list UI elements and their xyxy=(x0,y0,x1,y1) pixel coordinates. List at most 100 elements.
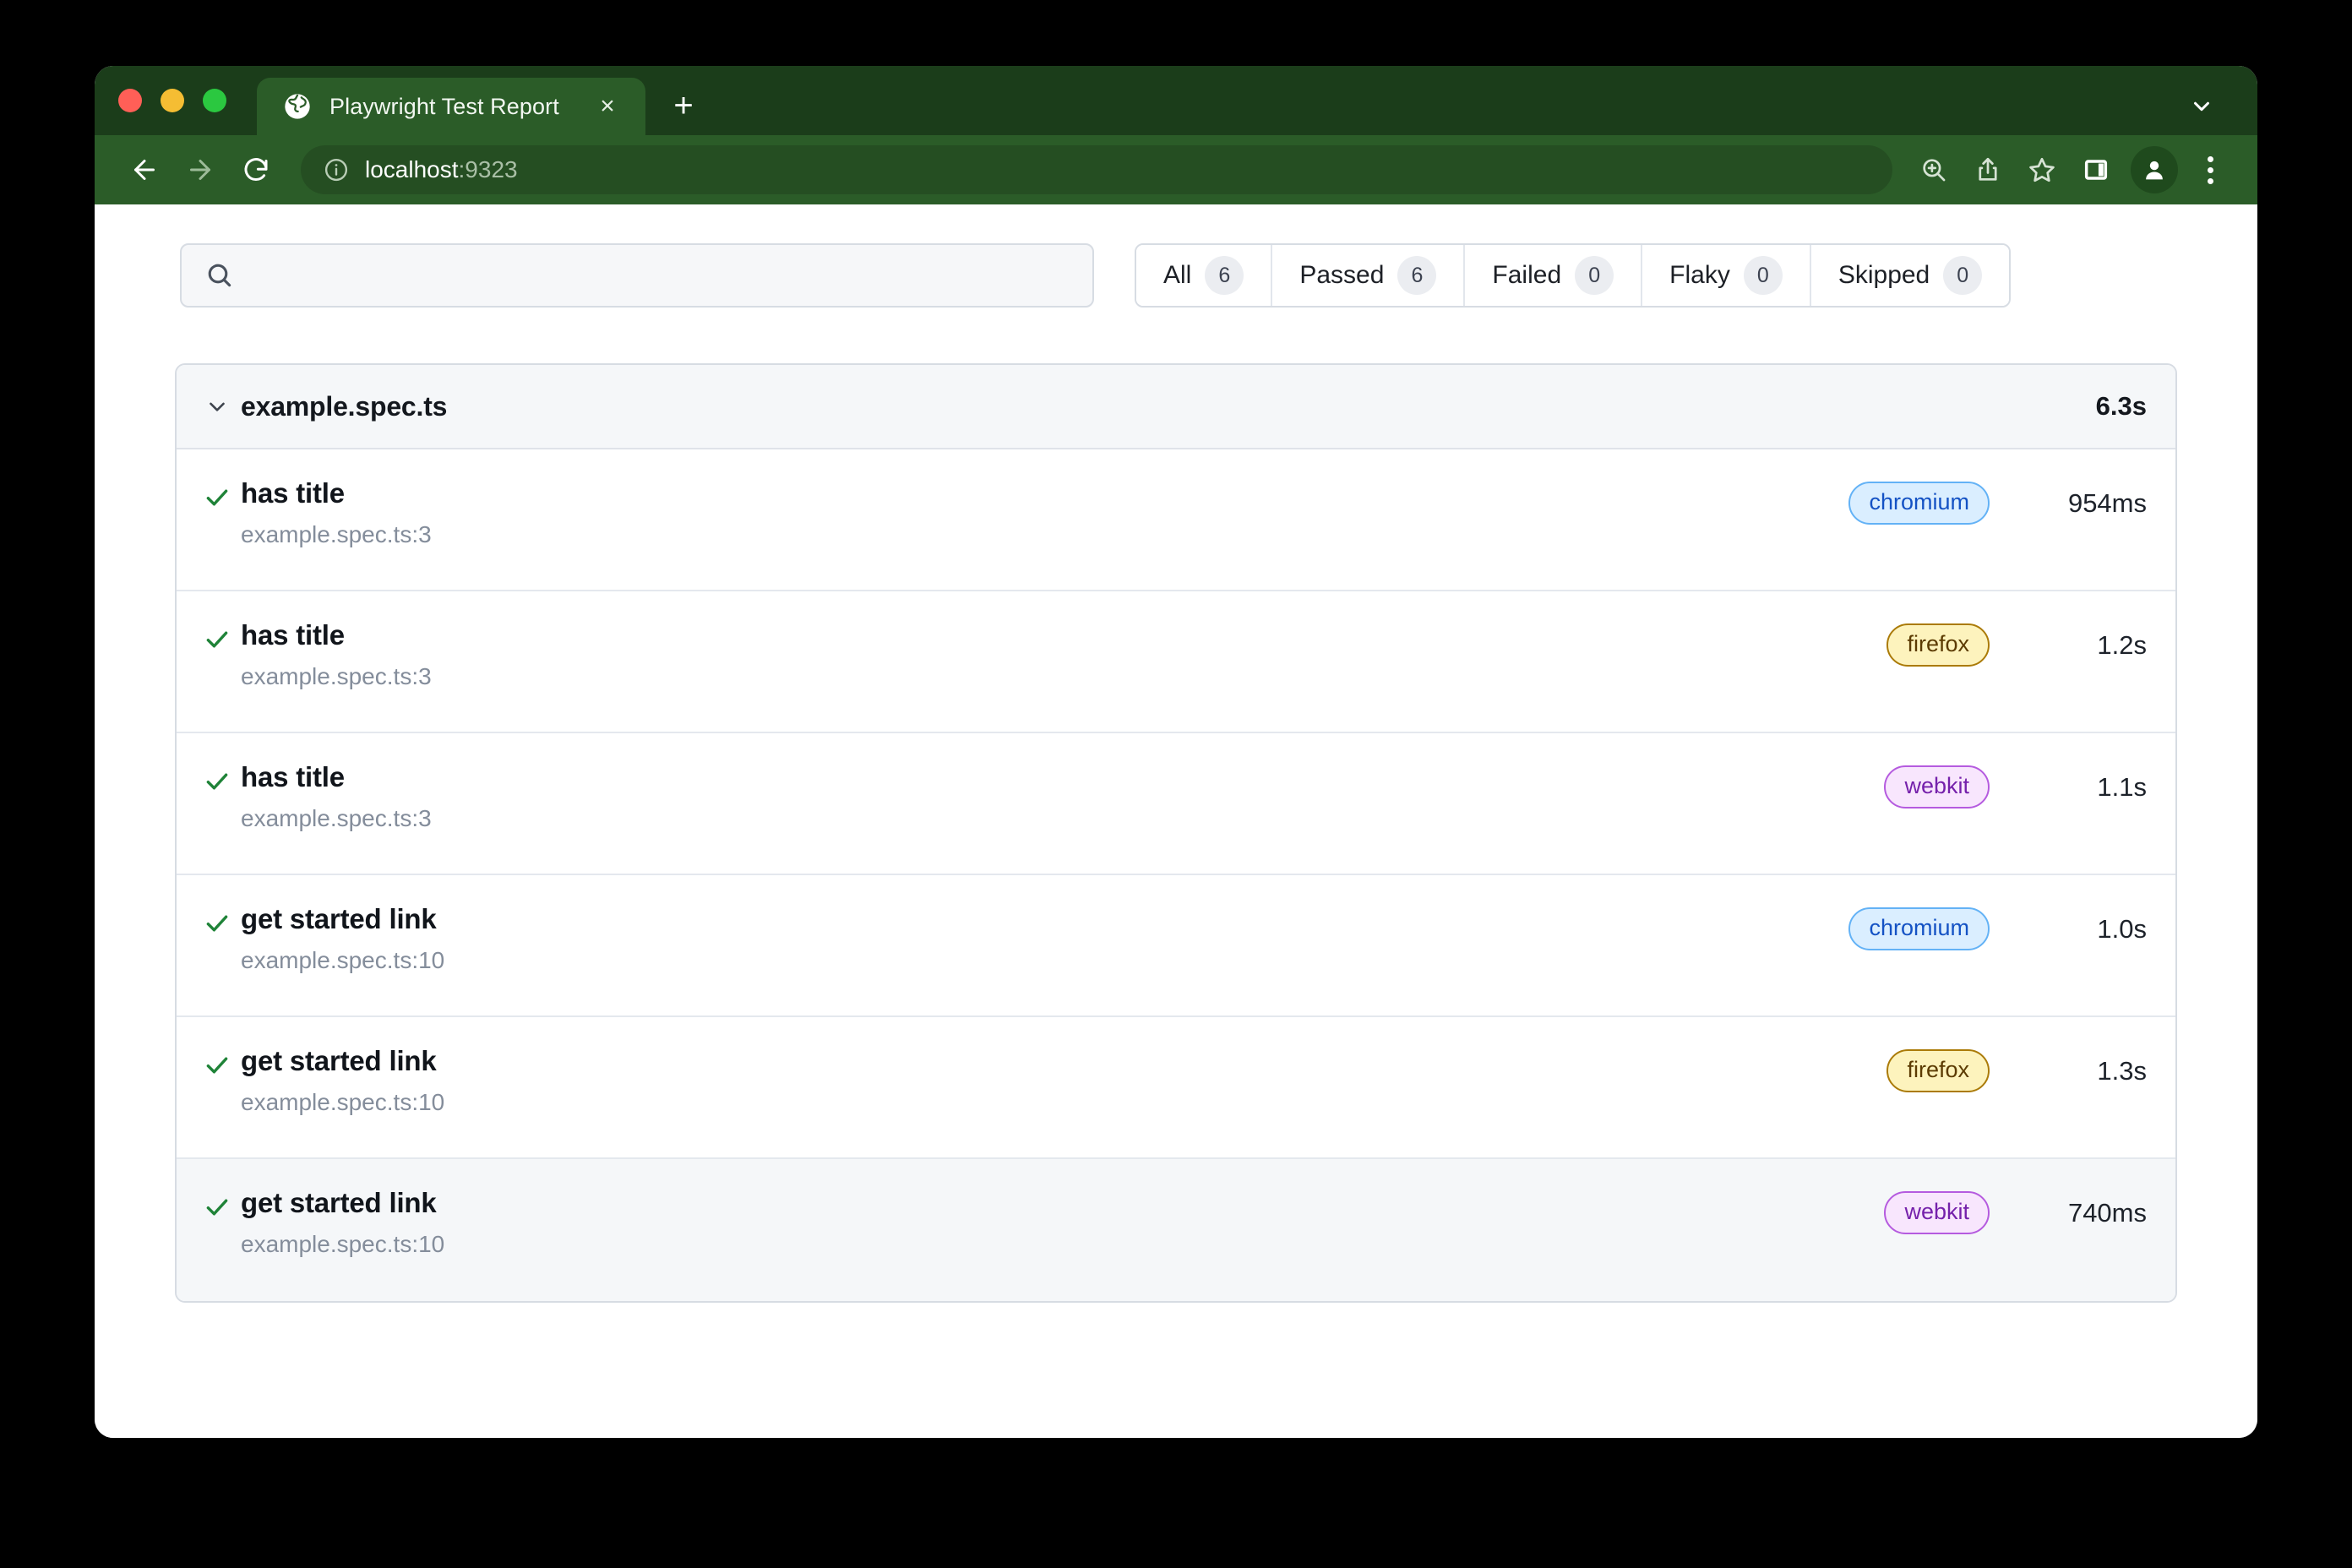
check-icon xyxy=(199,1046,236,1080)
tab-title: Playwright Test Report xyxy=(329,93,559,119)
filter-tab-passed[interactable]: Passed 6 xyxy=(1272,245,1466,306)
more-menu-icon[interactable] xyxy=(2188,145,2232,194)
check-icon xyxy=(199,762,236,796)
filter-count: 0 xyxy=(1575,256,1614,295)
tab-strip: Playwright Test Report × + xyxy=(95,66,2257,135)
test-meta: webkit 1.1s xyxy=(1884,762,2147,809)
test-meta: chromium 954ms xyxy=(1848,478,2147,525)
browser-badge: webkit xyxy=(1884,765,1990,809)
url-port: :9323 xyxy=(458,156,518,182)
test-meta: webkit 740ms xyxy=(1884,1188,2147,1235)
close-window-button[interactable] xyxy=(118,89,142,112)
test-duration: 1.1s xyxy=(2097,771,2147,802)
test-row[interactable]: has title example.spec.ts:3 firefox 1.2s xyxy=(177,591,2175,733)
filter-count: 0 xyxy=(1743,256,1783,295)
test-row[interactable]: get started link example.spec.ts:10 fire… xyxy=(177,1017,2175,1159)
test-location: example.spec.ts:3 xyxy=(241,805,432,832)
filter-label: Failed xyxy=(1492,261,1562,289)
test-file-card: example.spec.ts 6.3s has title example.s… xyxy=(175,363,2177,1303)
test-info: get started link example.spec.ts:10 xyxy=(241,1187,445,1258)
search-icon xyxy=(205,261,234,290)
check-icon xyxy=(199,904,236,938)
url-text: localhost:9323 xyxy=(365,156,518,183)
forward-button[interactable] xyxy=(174,144,226,196)
maximize-window-button[interactable] xyxy=(203,89,226,112)
test-duration: 740ms xyxy=(2067,1197,2147,1228)
browser-badge: webkit xyxy=(1884,1191,1990,1235)
test-info: get started link example.spec.ts:10 xyxy=(241,1045,445,1116)
profile-avatar-icon[interactable] xyxy=(2131,146,2178,193)
test-meta: firefox 1.3s xyxy=(1886,1046,2147,1093)
traffic-lights xyxy=(118,66,257,135)
test-location: example.spec.ts:10 xyxy=(241,947,445,974)
side-panel-icon[interactable] xyxy=(2072,145,2121,194)
search-input[interactable] xyxy=(251,262,1069,289)
browser-badge: chromium xyxy=(1848,482,1990,525)
url-host: localhost xyxy=(365,156,459,182)
test-row[interactable]: get started link example.spec.ts:10 webk… xyxy=(177,1159,2175,1301)
filter-count: 0 xyxy=(1943,256,1983,295)
test-row[interactable]: has title example.spec.ts:3 chromium 954… xyxy=(177,449,2175,591)
filter-label: Skipped xyxy=(1838,261,1930,289)
test-info: has title example.spec.ts:3 xyxy=(241,619,432,690)
test-row[interactable]: has title example.spec.ts:3 webkit 1.1s xyxy=(177,733,2175,875)
test-duration: 1.3s xyxy=(2097,1055,2147,1086)
globe-icon xyxy=(282,91,313,122)
test-title: has title xyxy=(241,477,345,509)
chevron-down-icon[interactable] xyxy=(2183,88,2220,125)
test-meta: chromium 1.0s xyxy=(1848,904,2147,951)
browser-badge: firefox xyxy=(1886,623,1990,667)
reload-button[interactable] xyxy=(230,144,282,196)
check-icon xyxy=(199,478,236,512)
test-location: example.spec.ts:3 xyxy=(241,521,432,548)
share-icon[interactable] xyxy=(1963,145,2012,194)
browser-toolbar: localhost:9323 xyxy=(95,135,2257,204)
filter-tab-failed[interactable]: Failed 0 xyxy=(1465,245,1643,306)
test-location: example.spec.ts:10 xyxy=(241,1089,445,1116)
filter-tab-flaky[interactable]: Flaky 0 xyxy=(1642,245,1811,306)
zoom-in-icon[interactable] xyxy=(1909,145,1958,194)
test-file-name: example.spec.ts xyxy=(241,390,448,422)
chevron-down-icon[interactable] xyxy=(199,394,236,419)
test-location: example.spec.ts:10 xyxy=(241,1231,445,1258)
back-button[interactable] xyxy=(118,144,171,196)
test-info: has title example.spec.ts:3 xyxy=(241,761,432,832)
test-title: has title xyxy=(241,761,345,792)
browser-tab[interactable]: Playwright Test Report × xyxy=(257,78,645,135)
check-icon xyxy=(199,620,236,654)
filter-tab-skipped[interactable]: Skipped 0 xyxy=(1810,245,2010,306)
filter-count: 6 xyxy=(1397,256,1437,295)
filter-count: 6 xyxy=(1205,256,1244,295)
test-title: get started link xyxy=(241,903,437,934)
browser-window: Playwright Test Report × + localhost:932… xyxy=(95,66,2257,1438)
filter-tab-all[interactable]: All 6 xyxy=(1136,245,1273,306)
minimize-window-button[interactable] xyxy=(161,89,184,112)
address-bar[interactable]: localhost:9323 xyxy=(301,145,1892,194)
report-header: All 6 Passed 6 Failed 0 Flaky 0 Skipped … xyxy=(175,243,2177,308)
test-meta: firefox 1.2s xyxy=(1886,620,2147,667)
close-tab-button[interactable]: × xyxy=(590,89,625,124)
test-file-header[interactable]: example.spec.ts 6.3s xyxy=(177,365,2175,449)
filter-label: Passed xyxy=(1299,261,1385,289)
test-duration: 954ms xyxy=(2067,487,2147,518)
browser-badge: chromium xyxy=(1848,907,1990,951)
test-title: has title xyxy=(241,619,345,651)
new-tab-button[interactable]: + xyxy=(657,79,710,132)
info-circle-icon[interactable] xyxy=(323,156,350,183)
test-info: has title example.spec.ts:3 xyxy=(241,477,432,548)
search-box[interactable] xyxy=(180,243,1094,308)
test-title: get started link xyxy=(241,1045,437,1076)
filter-label: Flaky xyxy=(1669,261,1730,289)
check-icon xyxy=(199,1188,236,1222)
test-info: get started link example.spec.ts:10 xyxy=(241,903,445,974)
test-location: example.spec.ts:3 xyxy=(241,663,432,690)
test-duration: 1.0s xyxy=(2097,913,2147,944)
test-list: has title example.spec.ts:3 chromium 954… xyxy=(177,449,2175,1301)
test-duration: 1.2s xyxy=(2097,629,2147,660)
bookmark-star-icon[interactable] xyxy=(2017,145,2066,194)
test-title: get started link xyxy=(241,1187,437,1218)
toolbar-icons xyxy=(1909,145,2232,194)
test-file-duration: 6.3s xyxy=(2095,391,2147,421)
test-row[interactable]: get started link example.spec.ts:10 chro… xyxy=(177,875,2175,1017)
filter-label: All xyxy=(1163,261,1192,289)
